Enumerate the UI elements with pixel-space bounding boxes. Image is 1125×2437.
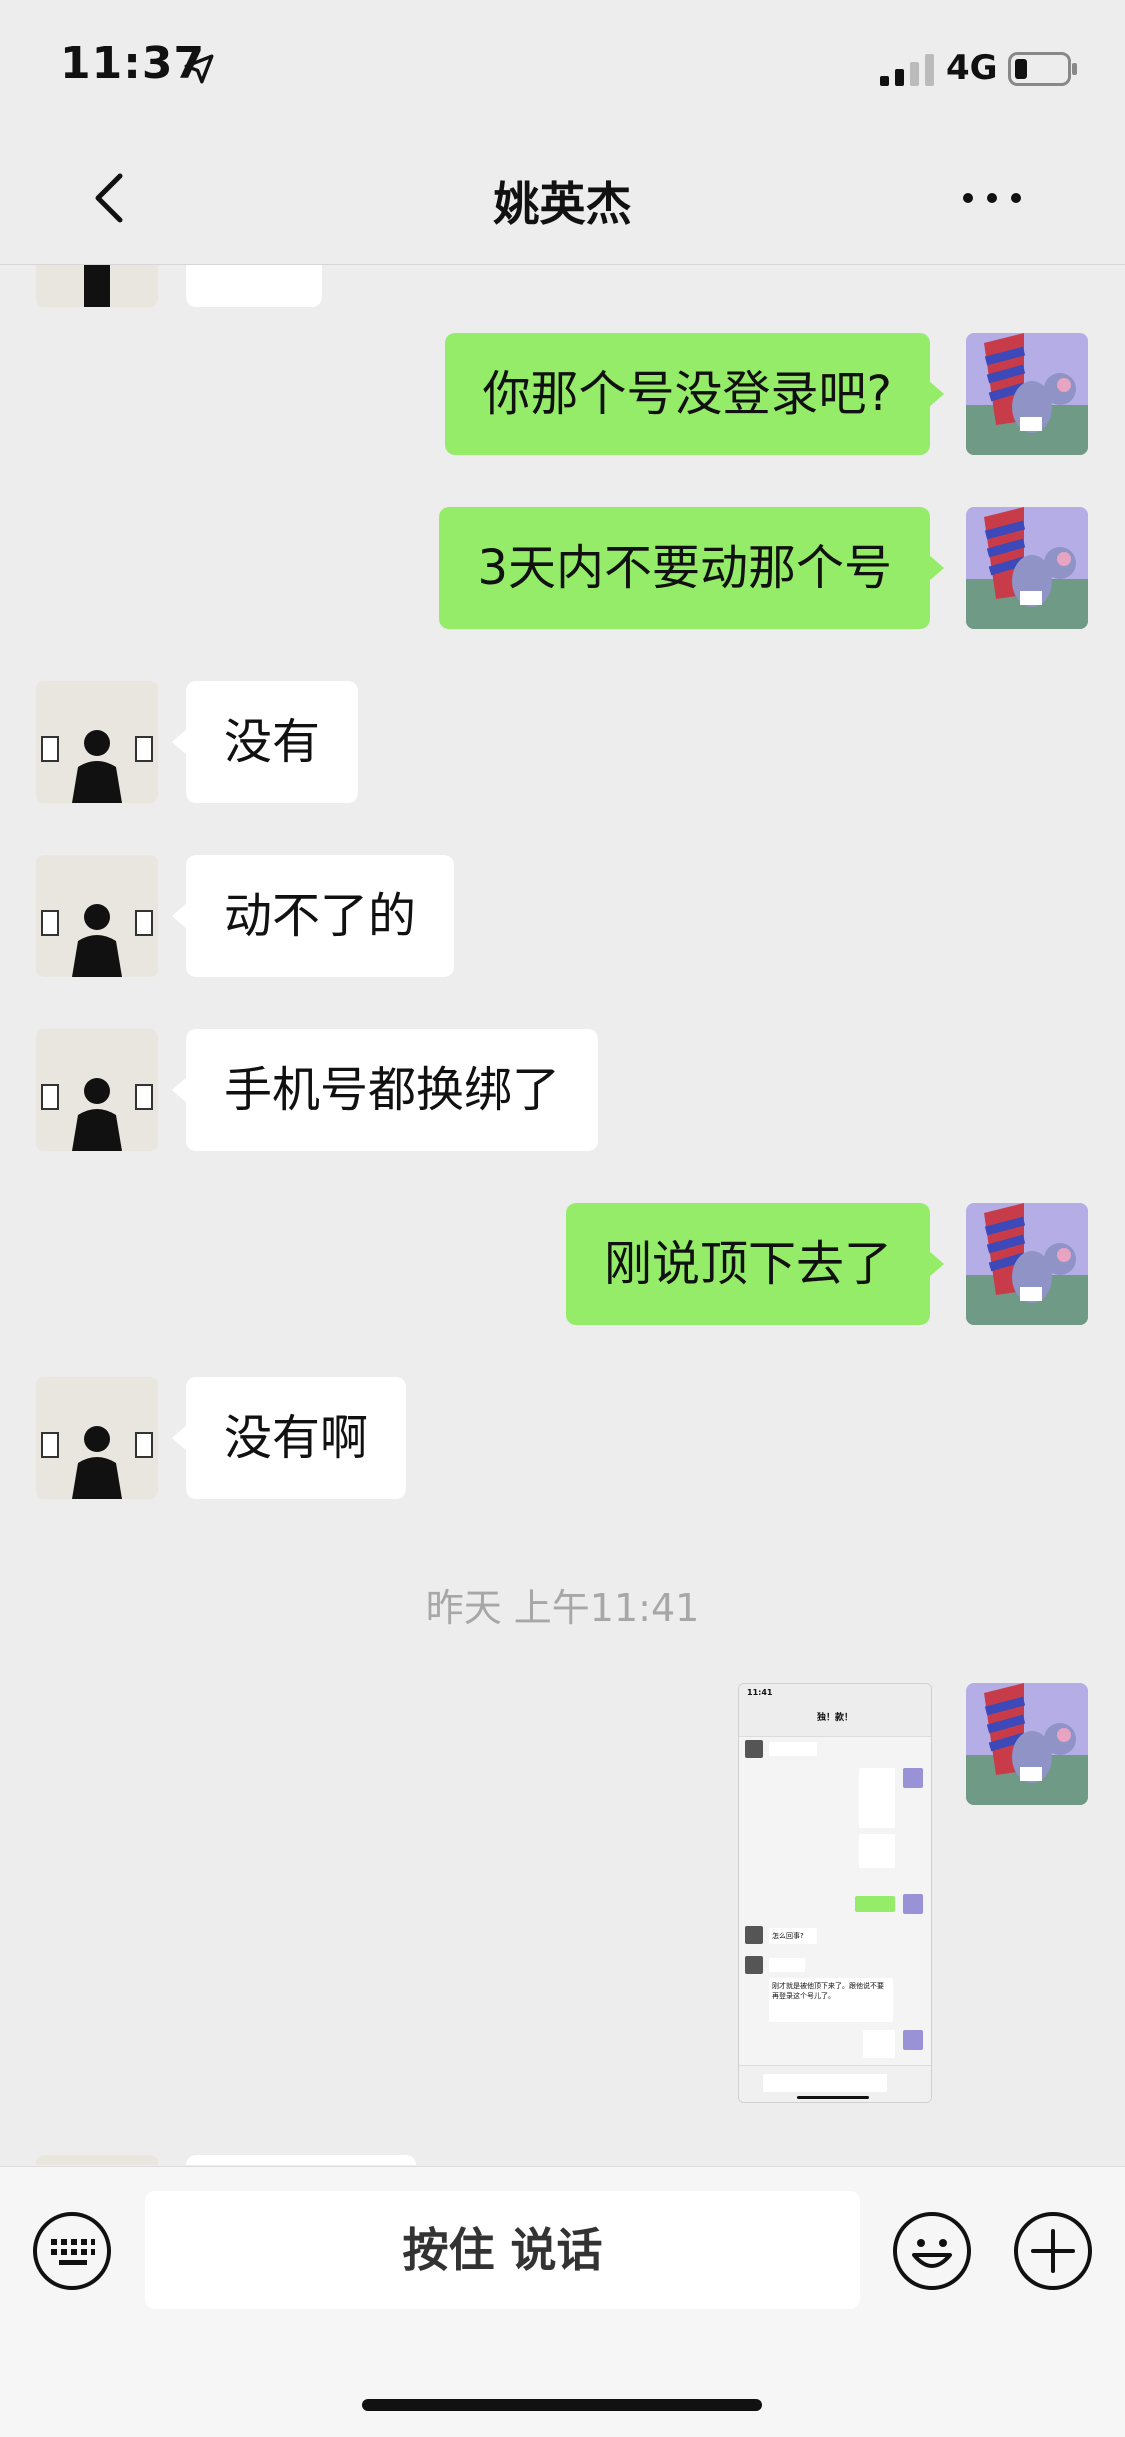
keyboard-toggle-button[interactable]	[32, 2211, 112, 2291]
contact-avatar[interactable]	[36, 2155, 158, 2165]
emoji-button[interactable]	[892, 2211, 972, 2291]
user-avatar[interactable]	[966, 1203, 1088, 1325]
thumbnail-avatar	[903, 1768, 923, 1788]
hold-to-talk-button[interactable]: 按住 说话	[145, 2191, 860, 2309]
network-type: 4G	[946, 48, 998, 88]
silhouette-avatar-icon	[36, 265, 158, 307]
more-functions-button[interactable]	[1013, 2211, 1093, 2291]
silhouette-avatar-icon	[36, 1377, 158, 1499]
thumbnail-bubble	[855, 1896, 895, 1912]
cartoon-mouse-avatar-icon	[966, 1203, 1088, 1325]
thumbnail-avatar	[745, 1926, 763, 1944]
silhouette-avatar-icon	[36, 1029, 158, 1151]
silhouette-avatar-icon	[36, 855, 158, 977]
cartoon-mouse-avatar-icon	[966, 1683, 1088, 1805]
thumbnail-input	[763, 2074, 887, 2092]
thumbnail-bubble	[863, 2030, 895, 2058]
contact-avatar[interactable]	[36, 1029, 158, 1151]
message-bubble-outgoing[interactable]: 3天内不要动那个号	[439, 507, 944, 629]
message-bubble-outgoing[interactable]: 你那个号没登录吧?	[444, 333, 945, 455]
thumbnail-avatar	[903, 2030, 923, 2050]
thumbnail-avatar	[903, 1894, 923, 1914]
thumbnail-avatar	[745, 1740, 763, 1758]
user-avatar[interactable]	[966, 507, 1088, 629]
cartoon-mouse-avatar-icon	[966, 507, 1088, 629]
more-options-button[interactable]	[956, 172, 1028, 224]
user-avatar[interactable]	[966, 1683, 1088, 1805]
silhouette-avatar-icon	[36, 681, 158, 803]
thumbnail-avatar	[745, 1956, 763, 1974]
message-bubble-outgoing[interactable]: 刚说顶下去了	[565, 1203, 945, 1325]
contact-avatar[interactable]	[36, 855, 158, 977]
contact-avatar[interactable]	[36, 681, 158, 803]
battery-icon	[1008, 52, 1077, 86]
message-timestamp: 昨天 上午11:41	[425, 1586, 700, 1630]
thumbnail-bubble: 刚才就是被他顶下来了。跟他说不要再登录这个号儿了。	[769, 1978, 893, 2022]
thumbnail-home-indicator	[797, 2096, 869, 2099]
thumbnail-bubble	[859, 1768, 895, 1828]
home-indicator[interactable]	[362, 2399, 762, 2411]
user-avatar[interactable]	[966, 333, 1088, 455]
thumbnail-title: 独！款！	[816, 1713, 853, 1723]
location-arrow-icon	[184, 54, 214, 84]
message-bubble-incoming[interactable]	[186, 2155, 416, 2165]
message-bubble-incoming[interactable]: 动不了的	[171, 855, 455, 977]
thumbnail-time: 11:41	[747, 1688, 773, 1697]
thumbnail-bubble: 怎么回事?	[769, 1928, 817, 1944]
status-bar: 11:37 4G	[0, 0, 1125, 132]
message-bubble[interactable]	[186, 265, 322, 307]
image-message-screenshot[interactable]: 11:41 独！款！ 怎么回事? 刚才就是被他顶下来了。跟他说不要再登录这个号儿…	[738, 1683, 932, 2103]
silhouette-avatar-icon	[36, 2155, 158, 2165]
chat-header: 姚英杰	[0, 132, 1125, 265]
message-bubble-incoming[interactable]: 没有啊	[171, 1377, 407, 1499]
chat-input-bar: 按住 说话	[0, 2166, 1125, 2437]
signal-icon	[880, 54, 934, 86]
contact-avatar[interactable]	[36, 265, 158, 307]
cartoon-mouse-avatar-icon	[966, 333, 1088, 455]
message-bubble-incoming[interactable]: 没有	[171, 681, 359, 803]
thumbnail-header: 11:41 独！款！	[739, 1684, 931, 1737]
thumbnail-bubble	[859, 1834, 895, 1868]
thumbnail-bubble	[769, 1742, 817, 1756]
thumbnail-input-bar	[739, 2065, 931, 2102]
contact-avatar[interactable]	[36, 1377, 158, 1499]
message-list[interactable]: 你那个号没登录吧? 3天内不要动那个号 没有 动不了的 手机号都换绑了 刚说顶下…	[0, 265, 1125, 2165]
message-bubble-incoming[interactable]: 手机号都换绑了	[171, 1029, 599, 1151]
thumbnail-bubble	[769, 1958, 805, 1972]
